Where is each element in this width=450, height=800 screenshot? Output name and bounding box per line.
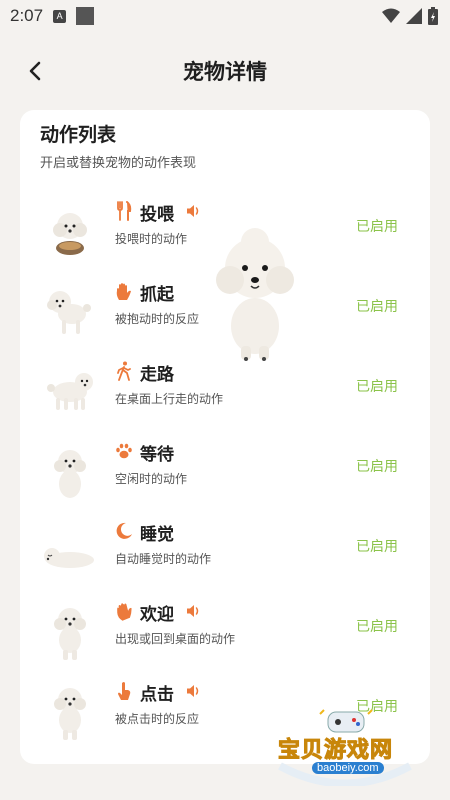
status-enabled-label[interactable]: 已启用 <box>356 616 398 636</box>
action-row-welcome[interactable]: 欢迎 出现或回到桌面的动作 已启用 <box>20 600 430 680</box>
notification-square-icon <box>76 7 95 25</box>
floating-pet[interactable] <box>213 228 297 362</box>
battery-icon <box>428 7 438 25</box>
action-list: 投喂 投喂时的动作 已启用 抓起 被抱动时的反应 已启用 走路 在桌面上行走的动… <box>20 110 430 764</box>
action-name: 抓起 <box>140 285 174 305</box>
page-title: 宠物详情 <box>183 60 267 84</box>
paw-icon <box>114 440 134 462</box>
cell-signal-icon <box>406 8 422 24</box>
waving-hand-icon <box>114 600 134 622</box>
pet-held-thumbnail <box>47 291 91 334</box>
speaker-icon[interactable] <box>186 603 202 619</box>
action-list-card: 动作列表 开启或替换宠物的动作表现 投喂 投喂时的动作 已启用 抓起 被抱动时的… <box>20 110 430 764</box>
status-right <box>382 7 438 25</box>
action-row-wait[interactable]: 等待 空闲时的动作 已启用 <box>20 440 430 520</box>
action-name: 走路 <box>140 365 174 385</box>
watermark-logo: 宝贝游戏网 baobeiy.com <box>270 706 420 786</box>
status-left: 2:07 A <box>10 6 95 26</box>
wifi-icon <box>382 8 400 23</box>
status-enabled-label[interactable]: 已启用 <box>356 456 398 476</box>
action-description: 在桌面上行走的动作 <box>115 392 224 406</box>
notification-a-icon: A <box>53 9 67 23</box>
tap-finger-icon <box>114 680 134 702</box>
speaker-icon[interactable] <box>186 683 202 699</box>
pet-walking-thumbnail <box>47 373 93 410</box>
status-time: 2:07 <box>10 6 44 25</box>
action-row-sleep[interactable]: 睡觉 自动睡觉时的动作 已启用 <box>20 520 430 600</box>
action-name: 欢迎 <box>140 605 174 625</box>
watermark-url: baobeiy.com <box>312 762 384 774</box>
action-description: 被点击时的反应 <box>115 712 200 726</box>
pet-eating-thumbnail <box>53 213 87 255</box>
action-name: 投喂 <box>140 205 174 225</box>
pet-sitting-thumbnail <box>54 450 86 498</box>
pet-sleeping-thumbnail <box>44 548 94 568</box>
action-description: 投喂时的动作 <box>115 232 188 246</box>
action-description: 自动睡觉时的动作 <box>115 552 212 566</box>
fork-knife-icon <box>114 200 134 222</box>
moon-icon <box>114 520 134 542</box>
pet-standing-thumbnail <box>54 608 86 660</box>
hand-icon <box>114 280 134 302</box>
status-enabled-label[interactable]: 已启用 <box>356 296 398 316</box>
pet-standing-thumbnail <box>54 688 86 740</box>
action-description: 空闲时的动作 <box>115 472 188 486</box>
action-description: 被抱动时的反应 <box>115 312 200 326</box>
action-description: 出现或回到桌面的动作 <box>115 632 236 646</box>
status-bar: 2:07 A <box>0 0 450 32</box>
status-enabled-label[interactable]: 已启用 <box>356 376 398 396</box>
action-name: 等待 <box>140 445 174 465</box>
walking-person-icon <box>114 360 134 382</box>
action-name: 睡觉 <box>140 525 174 545</box>
action-row-walk[interactable]: 走路 在桌面上行走的动作 已启用 <box>20 360 430 440</box>
status-enabled-label[interactable]: 已启用 <box>356 216 398 236</box>
watermark-text: 宝贝游戏网 <box>277 738 394 764</box>
header: 宠物详情 <box>0 48 450 92</box>
status-enabled-label[interactable]: 已启用 <box>356 536 398 556</box>
speaker-icon[interactable] <box>186 203 202 219</box>
action-name: 点击 <box>140 685 174 705</box>
